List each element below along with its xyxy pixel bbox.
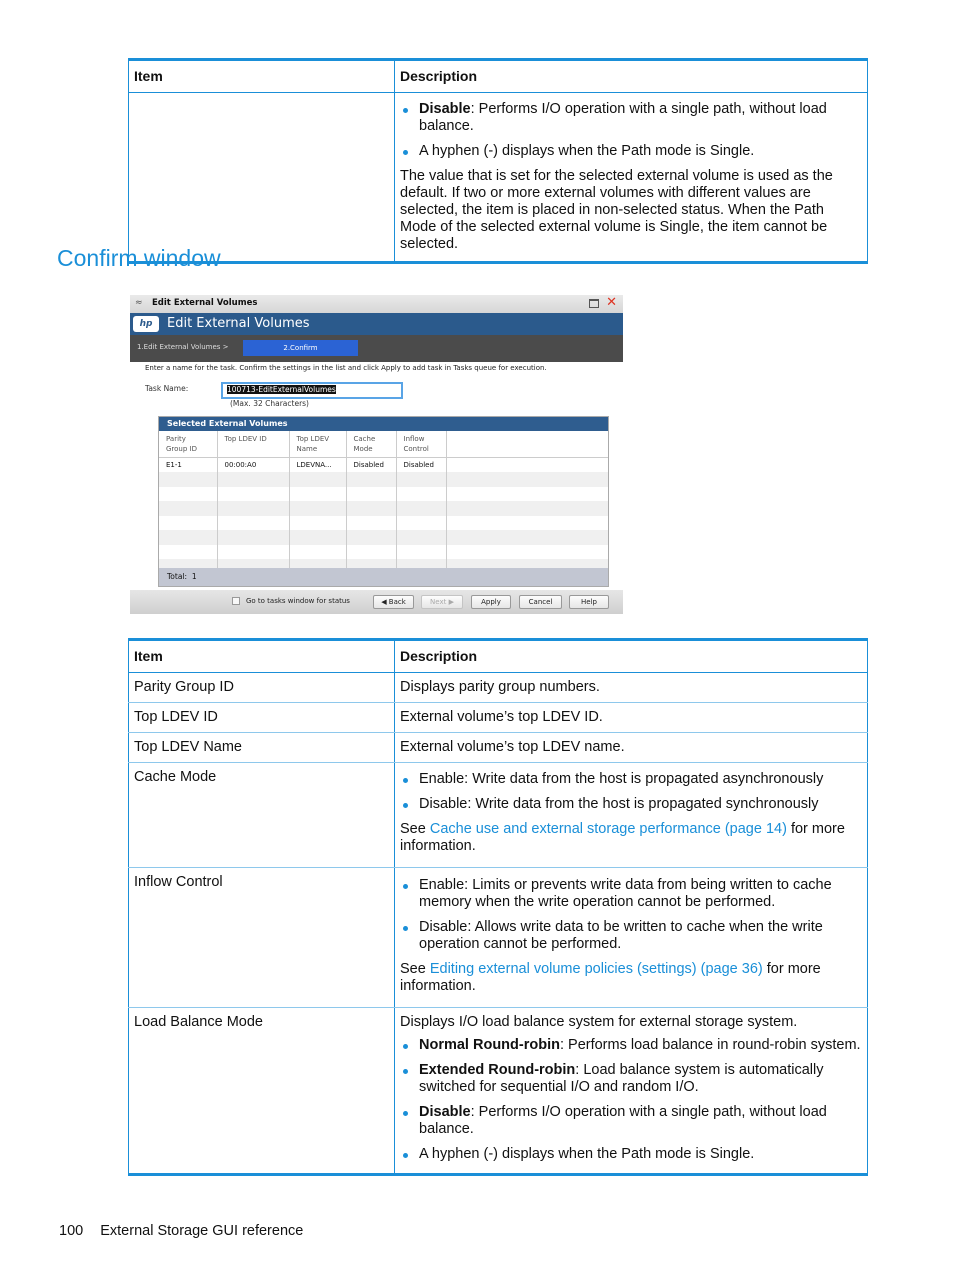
description-paragraph: The value that is set for the selected e… — [400, 168, 833, 252]
table-row: Top LDEV ID External volume’s top LDEV I… — [128, 702, 868, 733]
column-top-ldev-name[interactable]: Top LDEV Name — [289, 431, 347, 458]
cancel-button[interactable]: Cancel — [519, 595, 562, 609]
selected-external-volumes-panel: Selected External Volumes Parity Group ID… — [158, 416, 609, 587]
next-button[interactable]: Next ▶ — [421, 595, 463, 609]
help-button[interactable]: Help — [569, 595, 609, 609]
task-name-label: Task Name: — [145, 384, 189, 393]
window-header: hp Edit External Volumes — [130, 313, 623, 335]
collapse-icon[interactable]: ≈ — [135, 298, 143, 308]
empty-row — [159, 472, 608, 487]
header-item: Item — [128, 59, 395, 93]
header-description: Description — [394, 59, 868, 93]
table-row: Inflow Control Enable: Limits or prevent… — [128, 867, 868, 1008]
list-item: Disable: Allows write data to be written… — [400, 919, 862, 953]
volumes-table: Parity Group ID Top LDEV ID Top LDEV Name … — [159, 431, 608, 574]
total-value: 1 — [191, 572, 197, 581]
table-row[interactable]: E1-1 00:00:A0 LDEVNA... Disabled Disable… — [159, 457, 608, 472]
task-name-hint: (Max. 32 Characters) — [230, 399, 309, 408]
instructions: Enter a name for the task. Confirm the s… — [145, 364, 547, 372]
confirm-window-description-table: Item Description Parity Group ID Display… — [128, 638, 868, 1176]
list-item: Disable: Performs I/O operation with a s… — [400, 101, 862, 135]
table-row: Disable: Performs I/O operation with a s… — [128, 92, 868, 263]
volume-policies-link[interactable]: Editing external volume policies (settin… — [430, 961, 763, 977]
table-row: Cache Mode Enable: Write data from the h… — [128, 762, 868, 868]
window-title: Edit External Volumes — [152, 298, 258, 308]
page-number: 100 — [59, 1223, 84, 1239]
column-filler — [446, 431, 608, 458]
item-cell — [128, 92, 395, 263]
list-item: Enable: Write data from the host is prop… — [400, 771, 862, 788]
window-titlebar: ≈ Edit External Volumes ✕ — [130, 295, 623, 313]
list-item: A hyphen (-) displays when the Path mode… — [400, 143, 862, 160]
back-button[interactable]: ◀ Back — [373, 595, 414, 609]
cache-performance-link[interactable]: Cache use and external storage performan… — [430, 821, 787, 837]
step-confirm: 2.Confirm — [243, 340, 358, 356]
empty-row — [159, 501, 608, 516]
header-description: Description — [394, 639, 868, 673]
list-item: Disable: Write data from the host is pro… — [400, 796, 862, 813]
header-item: Item — [128, 639, 395, 673]
section-title: Confirm window — [57, 245, 221, 271]
list-item: Disable: Performs I/O operation with a s… — [400, 1104, 862, 1138]
checkbox-label: Go to tasks window for status — [246, 597, 350, 605]
edit-external-volumes-window: ≈ Edit External Volumes ✕ hp Edit Extern… — [130, 295, 623, 614]
list-item: Enable: Limits or prevents write data fr… — [400, 877, 862, 911]
empty-row — [159, 544, 608, 559]
table-row: Top LDEV Name External volume’s top LDEV… — [128, 732, 868, 763]
table-row: Load Balance Mode Displays I/O load bala… — [128, 1007, 868, 1175]
step-edit[interactable]: 1.Edit External Volumes > — [137, 343, 229, 351]
wizard-steps: 1.Edit External Volumes > 2.Confirm — [130, 335, 623, 362]
footer-section: External Storage GUI reference — [100, 1223, 304, 1239]
window-footer: Go to tasks window for status ◀ Back Nex… — [130, 590, 623, 614]
table-row: Parity Group ID Displays parity group nu… — [128, 672, 868, 703]
task-name-input[interactable]: 100713-EditExternalVolumes — [221, 382, 403, 399]
hp-logo-icon: hp — [133, 316, 159, 332]
page-footer: 100 External Storage GUI reference — [59, 1223, 303, 1239]
column-top-ldev-id[interactable]: Top LDEV ID — [217, 431, 290, 458]
continued-description-table: Item Description Disable: Performs I/O o… — [128, 58, 868, 264]
panel-title: Selected External Volumes — [159, 417, 608, 431]
list-item: Extended Round-robin: Load balance syste… — [400, 1062, 862, 1096]
description-cell: Disable: Performs I/O operation with a s… — [394, 92, 868, 263]
apply-button[interactable]: Apply — [471, 595, 511, 609]
list-item: Normal Round-robin: Performs load balanc… — [400, 1037, 862, 1054]
close-icon[interactable]: ✕ — [606, 295, 617, 310]
empty-row — [159, 515, 608, 530]
maximize-icon[interactable] — [589, 299, 599, 308]
total-bar: Total: 1 — [159, 568, 608, 586]
empty-row — [159, 486, 608, 501]
column-parity-group-id[interactable]: Parity Group ID — [159, 431, 218, 458]
header-title: Edit External Volumes — [167, 316, 310, 331]
empty-row — [159, 530, 608, 545]
column-cache-mode[interactable]: Cache Mode — [346, 431, 397, 458]
list-item: A hyphen (-) displays when the Path mode… — [400, 1146, 862, 1163]
go-to-tasks-checkbox[interactable] — [232, 597, 240, 605]
column-inflow-control[interactable]: Inflow Control — [396, 431, 447, 458]
total-label: Total: — [167, 572, 188, 581]
